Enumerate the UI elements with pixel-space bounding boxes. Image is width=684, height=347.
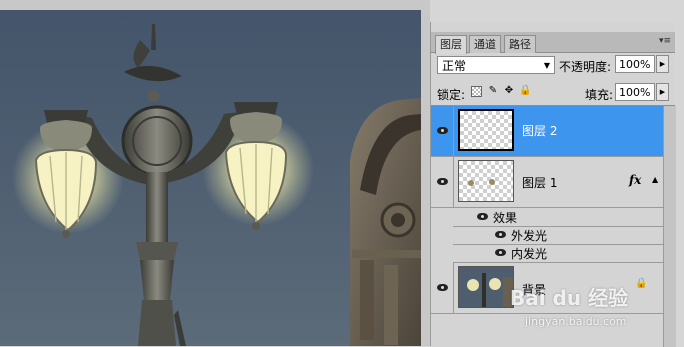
layer-row-layer1[interactable]: 图层 1 fx ▲ <box>431 157 663 208</box>
background-thumbnail-image <box>459 267 513 307</box>
fill-input[interactable]: 100% <box>615 83 655 101</box>
outer-glow-label: 外发光 <box>511 229 548 243</box>
lock-transparency-icon[interactable] <box>471 86 482 97</box>
lock-label: 锁定: <box>437 88 466 102</box>
layer1-thumbnail-glows <box>468 179 495 186</box>
tab-paths[interactable]: 路径 <box>504 35 536 53</box>
outer-glow-row[interactable]: 外发光 <box>453 226 663 245</box>
layer-name: 图层 2 <box>522 124 558 138</box>
blend-mode-value: 正常 <box>442 59 467 73</box>
lock-icon: 🔒 <box>635 278 648 289</box>
layer-thumbnail <box>458 266 514 308</box>
layer-row-layer2[interactable]: 图层 2 <box>431 106 663 157</box>
panel-tab-bar: 图层 通道 路径 ▾≡ <box>431 32 675 54</box>
eye-icon <box>437 178 448 185</box>
street-lamp-photo[interactable] <box>0 10 421 346</box>
expand-effects-icon[interactable]: ▲ <box>652 175 658 184</box>
watermark-url: jingyan.baidu.com <box>525 315 627 328</box>
layers-scrollbar[interactable] <box>663 106 676 347</box>
fill-slider-arrow-icon[interactable]: ▶ <box>656 83 669 101</box>
blend-mode-select[interactable]: 正常 ▼ <box>437 56 555 74</box>
visibility-toggle[interactable] <box>431 157 454 207</box>
eye-icon <box>437 127 448 134</box>
eye-icon[interactable] <box>477 213 488 220</box>
tab-channels[interactable]: 通道 <box>469 35 501 53</box>
layer-name: 图层 1 <box>522 176 558 190</box>
opacity-label: 不透明度: <box>559 60 612 74</box>
visibility-toggle[interactable] <box>431 263 454 313</box>
layer-thumbnail <box>458 109 514 151</box>
eye-icon[interactable] <box>495 231 506 238</box>
fill-label: 填充: <box>585 88 614 102</box>
panel-menu-icon[interactable]: ▾≡ <box>659 36 671 46</box>
opacity-slider-arrow-icon[interactable]: ▶ <box>656 55 669 73</box>
watermark-brand: Bai du 经验 <box>510 286 629 310</box>
layer-thumbnail <box>458 160 514 202</box>
fx-icon[interactable]: fx <box>629 173 641 187</box>
lock-icon[interactable]: 🔒 <box>519 85 531 97</box>
brush-icon[interactable]: ✎ <box>487 85 499 97</box>
tab-layers[interactable]: 图层 <box>435 35 467 54</box>
effects-label: 效果 <box>493 211 518 225</box>
eye-icon[interactable] <box>495 249 506 256</box>
visibility-toggle[interactable] <box>431 106 454 156</box>
opacity-input[interactable]: 100% <box>615 55 655 73</box>
document-canvas-area[interactable] <box>0 0 430 346</box>
chevron-down-icon: ▼ <box>543 61 550 70</box>
inner-glow-row[interactable]: 内发光 <box>453 244 663 263</box>
inner-glow-label: 内发光 <box>511 247 548 261</box>
move-icon[interactable]: ✥ <box>503 85 515 97</box>
street-lamp-image <box>0 10 421 346</box>
effects-row[interactable]: 效果 <box>453 208 663 227</box>
eye-icon <box>437 284 448 291</box>
